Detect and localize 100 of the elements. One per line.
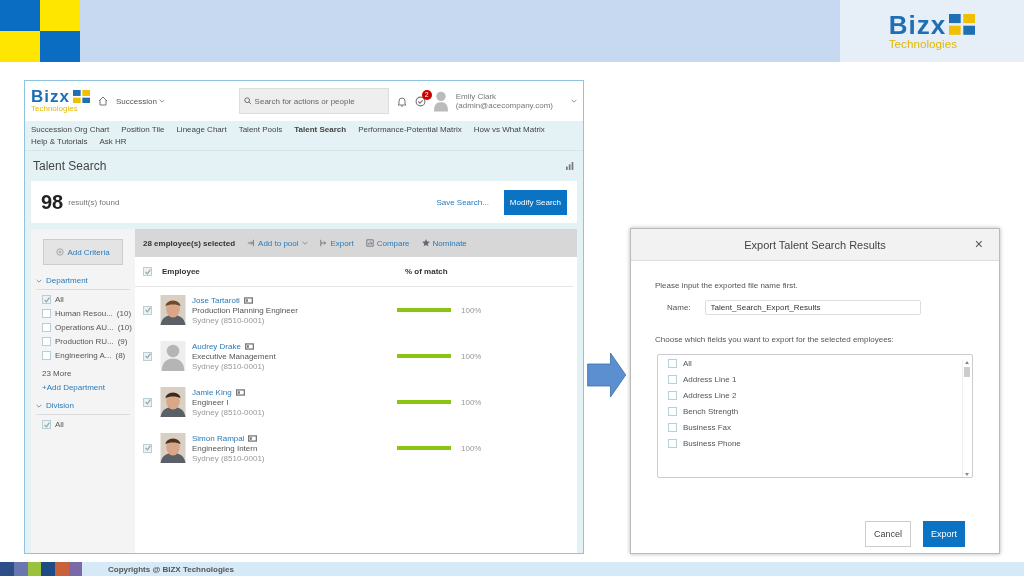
logo-tagline: Technologies [888, 37, 957, 51]
nav-tab[interactable]: Performance-Potential Matrix [358, 125, 462, 134]
dropdown-caret-icon[interactable] [301, 240, 308, 246]
field-checkbox[interactable] [668, 391, 677, 400]
field-checkbox[interactable] [668, 359, 677, 368]
row-checkbox[interactable] [143, 351, 152, 361]
more-link[interactable]: 23 More [42, 369, 72, 378]
profile-card-icon[interactable] [243, 296, 253, 304]
logo-tagline: Technologies [31, 105, 78, 114]
filter-checkbox[interactable] [42, 420, 51, 429]
logo-squares-icon [949, 14, 976, 35]
right-arrow-icon [587, 352, 627, 398]
dropdown-caret-icon[interactable] [158, 98, 165, 104]
nav-tab[interactable]: Position Tile [121, 125, 165, 134]
filter-count: (8) [115, 351, 126, 360]
match-percent: 100% [461, 305, 482, 315]
job-title: Engineer I [192, 397, 230, 407]
field-option[interactable]: Business Fax [668, 423, 962, 432]
field-checkbox[interactable] [668, 407, 677, 416]
nav-tab[interactable]: Help & Tutorials [31, 137, 88, 146]
row-checkbox[interactable] [143, 397, 152, 407]
avatar-silhouette-icon [160, 341, 186, 371]
user-email: (admin@acecompany.com) [455, 101, 553, 110]
action-icon [247, 239, 256, 247]
column-header: % of match [405, 267, 448, 276]
filter-group-title[interactable]: Division [46, 401, 74, 410]
row-checkbox[interactable] [143, 443, 152, 453]
export-button[interactable]: Export [923, 521, 965, 547]
filter-count: (10) [117, 323, 132, 332]
avatar-silhouette-icon[interactable] [433, 90, 448, 112]
nav-tab[interactable]: Talent Search [294, 125, 347, 134]
home-icon[interactable] [97, 96, 108, 106]
nav-tab[interactable]: Ask HR [99, 137, 127, 146]
employee-name-link[interactable]: Simon Rampal [192, 433, 245, 443]
dialog-title: Export Talent Search Results [744, 238, 886, 251]
filter-option: All [55, 420, 64, 429]
search-input[interactable]: Search for actions or people [254, 96, 384, 106]
page-title: Talent Search [33, 159, 107, 173]
field-option[interactable]: Address Line 1 [668, 375, 962, 384]
filter-option: Operations AU... [55, 323, 114, 332]
location: Sydney (8510-0001) [192, 361, 266, 371]
group-toggle-icon[interactable] [36, 402, 42, 409]
name-label: Name: [667, 303, 691, 312]
todo-check-icon[interactable] [414, 95, 426, 107]
file-name-field[interactable]: Talent_Search_Export_Results [704, 300, 921, 315]
match-percent: 100% [461, 443, 482, 453]
add-criteria-button[interactable]: Add Criteria [43, 239, 123, 265]
plus-circle-icon [56, 248, 65, 256]
employee-name-link[interactable]: Audrey Drake [192, 341, 241, 351]
filter-checkbox[interactable] [42, 351, 51, 360]
modify-search-button[interactable]: Modify Search [503, 189, 567, 215]
cancel-button[interactable]: Cancel [864, 521, 911, 547]
file-name-prompt: Please input the exported file name first. [655, 281, 799, 290]
field-checkbox[interactable] [668, 375, 677, 384]
bell-icon[interactable] [396, 95, 407, 107]
location: Sydney (8510-0001) [192, 453, 266, 463]
search-field[interactable]: Search for actions or people [238, 88, 389, 114]
filter-option: Production RU... [55, 337, 114, 346]
field-option[interactable]: All [668, 359, 962, 368]
employee-name-link[interactable]: Jamie King [192, 387, 232, 397]
user-menu-caret-icon[interactable] [571, 98, 577, 104]
filter-group-title[interactable]: Department [46, 276, 88, 285]
row-checkbox[interactable] [143, 305, 152, 315]
group-toggle-icon[interactable] [36, 277, 42, 284]
nav-tab[interactable]: Lineage Chart [176, 125, 227, 134]
filter-checkbox[interactable] [42, 309, 51, 318]
module-menu[interactable]: Succession [115, 96, 157, 106]
action-icon [319, 239, 328, 247]
add-department-link[interactable]: +Add Department [42, 383, 105, 392]
result-count: 98 [41, 190, 64, 214]
profile-card-icon[interactable] [248, 434, 258, 442]
field-checkbox[interactable] [668, 423, 677, 432]
field-option[interactable]: Business Phone [668, 439, 962, 448]
bar-chart-icon[interactable] [566, 162, 575, 170]
save-search-link[interactable]: Save Search... [436, 197, 489, 207]
search-icon [243, 97, 252, 105]
match-percent: 100% [461, 397, 482, 407]
action-icon [421, 239, 430, 247]
select-all-checkbox[interactable] [143, 267, 152, 276]
action-icon [365, 239, 374, 247]
profile-card-icon[interactable] [244, 342, 254, 350]
job-title: Executive Management [192, 351, 277, 361]
results-label: result(s) found [68, 197, 120, 207]
filter-option: Human Resou... [55, 309, 113, 318]
nav-tab[interactable]: Succession Org Chart [31, 125, 110, 134]
close-button[interactable]: × [968, 235, 989, 253]
filter-checkbox[interactable] [42, 323, 51, 332]
nav-tab[interactable]: Talent Pools [238, 125, 283, 134]
filter-checkbox[interactable] [42, 337, 51, 346]
selected-count: 28 employee(s) selected [143, 238, 236, 248]
filter-checkbox[interactable] [42, 295, 51, 304]
location: Sydney (8510-0001) [192, 315, 266, 325]
nav-tab[interactable]: How vs What Matrix [473, 125, 545, 134]
field-option[interactable]: Bench Strength [668, 407, 962, 416]
filter-option: Engineering A... [55, 351, 112, 360]
profile-card-icon[interactable] [235, 388, 245, 396]
logo-squares-icon [72, 89, 90, 104]
field-checkbox[interactable] [668, 439, 677, 448]
field-option[interactable]: Address Line 2 [668, 391, 962, 400]
employee-name-link[interactable]: Jose Tartaroti [192, 295, 240, 305]
